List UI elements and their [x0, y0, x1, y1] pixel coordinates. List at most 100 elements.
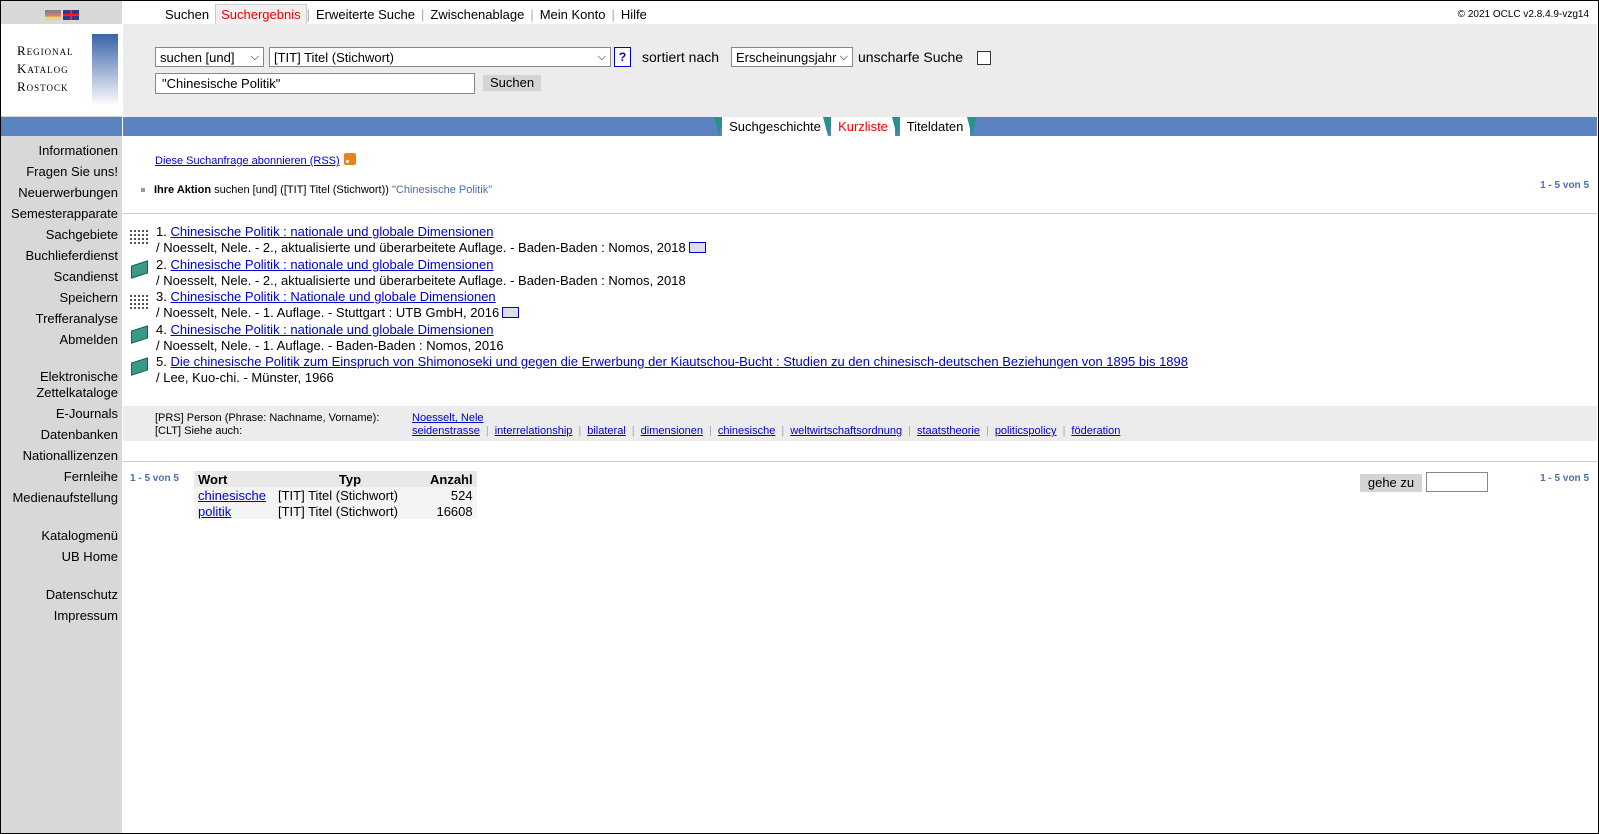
word-link[interactable]: politik	[198, 504, 231, 519]
link-separator: |	[485, 425, 489, 437]
top-tabs: Suchen Suchergebnis | Erweiterte Suche | Zwis…	[159, 4, 653, 24]
result-title[interactable]: Chinesische Politik : Nationale und glob…	[170, 289, 495, 304]
tab-zwischenablage[interactable]: Zwischenablage	[424, 7, 530, 22]
link-separator: |	[1062, 425, 1066, 437]
goto-button[interactable]: gehe zu	[1360, 474, 1422, 492]
word-table-header: Wort Typ Anzahl	[194, 471, 477, 487]
see-also-link[interactable]: politicspolicy	[995, 425, 1057, 437]
operator-value: suchen [und]	[160, 50, 235, 65]
nav-fragen[interactable]: Fragen Sie uns!	[1, 161, 118, 182]
nav-sachgebiete[interactable]: Sachgebiete	[1, 224, 118, 245]
see-also-link[interactable]: bilateral	[587, 425, 626, 437]
viewtab-kurzliste[interactable]: Kurzliste	[831, 117, 895, 136]
tab-hilfe[interactable]: Hilfe	[615, 7, 653, 22]
copyright: © 2021 OCLC v2.8.4.9-vzg14	[1457, 9, 1589, 20]
rss-line: Diese Suchanfrage abonnieren (RSS)	[155, 153, 356, 167]
link-separator: |	[781, 425, 785, 437]
result-row-2: 2. Chinesische Politik : nationale und g…	[129, 257, 1569, 290]
field-select[interactable]: [TIT] Titel (Stichwort) ⌵	[269, 47, 611, 67]
result-sub: / Noesselt, Nele. - 2., aktualisierte un…	[156, 240, 686, 255]
link-separator: |	[578, 425, 582, 437]
logo-line-3: Rostock	[17, 79, 69, 94]
search-input[interactable]: "Chinesische Politik"	[155, 73, 475, 94]
nav-neuerwerbungen[interactable]: Neuerwerbungen	[1, 182, 118, 203]
rss-link[interactable]: Diese Suchanfrage abonnieren (RSS)	[155, 155, 340, 167]
book-icon	[131, 357, 148, 376]
result-title[interactable]: Chinesische Politik : nationale und glob…	[170, 322, 493, 337]
result-num: 3.	[156, 289, 167, 304]
nav-speichern[interactable]: Speichern	[1, 287, 118, 308]
fuzzy-label: unscharfe Suche	[858, 49, 964, 65]
action-label: Ihre Aktion	[154, 184, 212, 196]
logo-line-2: Katalog	[17, 61, 69, 76]
result-row-3: 3. Chinesische Politik : Nationale und g…	[129, 289, 1569, 322]
result-title[interactable]: Chinesische Politik : nationale und glob…	[170, 257, 493, 272]
search-panel: suchen [und] ⌵ [TIT] Titel (Stichwort) ⌵ ?…	[123, 24, 1597, 117]
dots-icon	[129, 229, 149, 245]
nav-ejournals[interactable]: E-Journals	[1, 403, 118, 424]
nav-katalogmenue[interactable]: Katalogmenü	[1, 525, 118, 546]
see-also-link[interactable]: föderation	[1071, 425, 1120, 437]
fuzzy-checkbox[interactable]	[977, 51, 991, 65]
rss-icon[interactable]	[343, 153, 356, 165]
nav-ub-home[interactable]: UB Home	[1, 546, 118, 567]
see-also-link[interactable]: weltwirtschaftsordnung	[790, 425, 902, 437]
online-tag-icon[interactable]	[502, 307, 520, 318]
nav-nationallizenzen[interactable]: Nationallizenzen	[1, 445, 118, 466]
chevron-down-icon: ⌵	[839, 51, 848, 63]
see-also-link[interactable]: interrelationship	[495, 425, 573, 437]
result-sub: / Noesselt, Nele. - 2., aktualisierte un…	[156, 272, 686, 288]
link-separator: |	[709, 425, 712, 437]
see-also-link[interactable]: seidenstrasse	[412, 425, 480, 437]
german-flag-icon[interactable]	[45, 10, 61, 20]
uk-flag-icon[interactable]	[63, 10, 79, 20]
word-link[interactable]: chinesische	[198, 488, 266, 503]
search-button[interactable]: Suchen	[483, 75, 541, 91]
action-text: suchen [und] ([TIT] Titel (Stichwort))	[214, 184, 389, 196]
tab-mein-konto[interactable]: Mein Konto	[534, 7, 612, 22]
nav-fernleihe[interactable]: Fernleihe	[1, 466, 118, 487]
result-num: 1.	[156, 224, 167, 239]
help-button[interactable]: ?	[614, 47, 631, 67]
operator-select[interactable]: suchen [und] ⌵	[155, 47, 264, 67]
nav-medienaufstellung[interactable]: Medienaufstellung	[1, 487, 118, 508]
tab-erweiterte-suche[interactable]: Erweiterte Suche	[310, 7, 421, 22]
see-also-link[interactable]: staatstheorie	[917, 425, 980, 437]
nav-trefferanalyse[interactable]: Trefferanalyse	[1, 308, 118, 329]
online-tag-icon[interactable]	[688, 242, 706, 253]
nav-datenbanken[interactable]: Datenbanken	[1, 424, 118, 445]
see-also-link[interactable]: dimensionen	[641, 425, 703, 437]
nav-impressum[interactable]: Impressum	[1, 605, 118, 626]
sort-value: Erscheinungsjahr	[736, 50, 837, 65]
result-row-1: 1. Chinesische Politik : nationale und g…	[129, 224, 1569, 257]
table-row: chinesische [TIT] Titel (Stichwort) 524	[194, 487, 477, 503]
nav-scandienst[interactable]: Scandienst	[1, 266, 118, 287]
see-also-link[interactable]: chinesische	[718, 425, 775, 437]
result-num: 5.	[156, 354, 167, 369]
divider	[123, 461, 1597, 462]
sort-select[interactable]: Erscheinungsjahr ⌵	[731, 47, 853, 67]
word-count: 524	[426, 487, 477, 503]
nav-zettelkataloge[interactable]: Elektronische Zettelkataloge	[1, 367, 118, 403]
result-count-top: 1 - 5 von 5	[1540, 180, 1589, 191]
nav-informationen[interactable]: Informationen	[1, 140, 119, 161]
nav-buchlieferdienst[interactable]: Buchlieferdienst	[1, 245, 119, 266]
word-table: Wort Typ Anzahl chinesische [TIT] Titel …	[194, 471, 477, 519]
viewtab-suchgeschichte[interactable]: Suchgeschichte	[722, 117, 828, 136]
link-separator: |	[985, 425, 989, 437]
tab-suchen[interactable]: Suchen	[159, 7, 215, 22]
nav-abmelden[interactable]: Abmelden	[1, 329, 118, 350]
nav-semesterapparate[interactable]: Semesterapparate	[1, 203, 118, 224]
tab-suchergebnis[interactable]: Suchergebnis	[215, 4, 307, 24]
goto-input[interactable]	[1426, 472, 1488, 492]
result-title[interactable]: Die chinesische Politik zum Einspruch vo…	[170, 354, 1188, 369]
viewtab-titeldaten[interactable]: Titeldaten	[900, 117, 970, 136]
result-title[interactable]: Chinesische Politik : nationale und glob…	[170, 224, 493, 239]
prs-link[interactable]: Noesselt, Nele	[412, 412, 484, 424]
nav-datenschutz[interactable]: Datenschutz	[1, 584, 118, 605]
language-switcher	[45, 10, 81, 20]
book-icon	[131, 324, 148, 344]
nav-gap	[1, 567, 118, 584]
see-also-links: seidenstrasse | interrelationship | bilatera…	[412, 425, 1120, 437]
logo-gradient-bar	[92, 34, 118, 106]
